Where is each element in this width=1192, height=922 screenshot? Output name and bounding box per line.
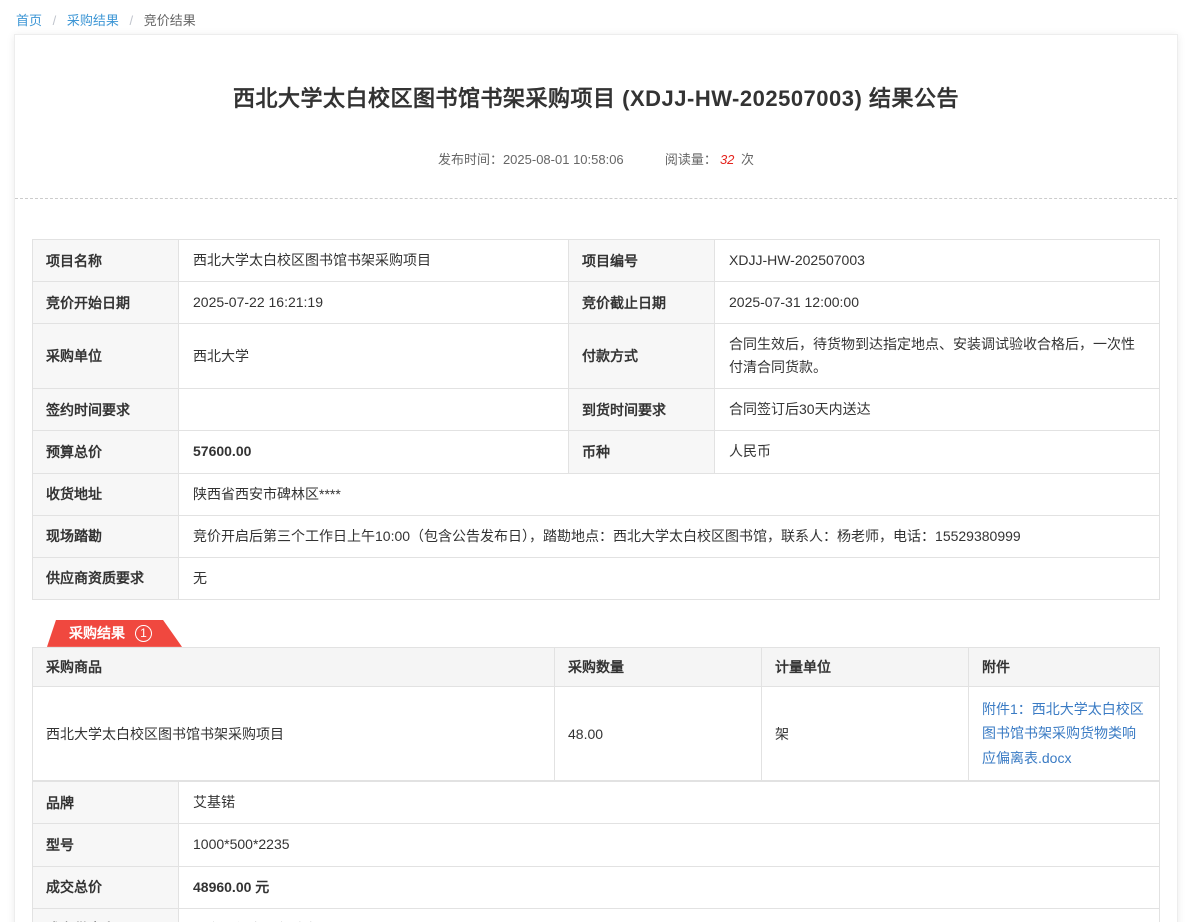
breadcrumb-home-link[interactable]: 首页 <box>16 13 42 28</box>
table-row: 成交供应商 西安弘新家具制造有限公司 <box>33 908 1160 922</box>
field-label-purchasing-unit: 采购单位 <box>33 324 179 389</box>
field-value-winning-supplier: 西安弘新家具制造有限公司 <box>179 908 1160 922</box>
result-unit: 架 <box>762 686 969 781</box>
breadcrumb-current-page: 竞价结果 <box>144 13 196 28</box>
field-value-bid-start-date: 2025-07-22 16:21:19 <box>179 282 569 324</box>
result-product-name: 西北大学太白校区图书馆书架采购项目 <box>33 686 555 781</box>
field-label-delivery-address: 收货地址 <box>33 473 179 515</box>
field-value-signing-time <box>179 389 569 431</box>
table-row: 品牌 艾基锘 <box>33 782 1160 824</box>
field-value-site-survey: 竞价开启后第三个工作日上午10:00（包含公告发布日），踏勘地点：西北大学太白校… <box>179 515 1160 557</box>
publish-time-value: 2025-08-01 10:58:06 <box>503 152 624 167</box>
table-row: 西北大学太白校区图书馆书架采购项目 48.00 架 附件1：西北大学太白校区图书… <box>33 686 1160 781</box>
field-value-model: 1000*500*2235 <box>179 824 1160 866</box>
field-label-supplier-qualification: 供应商资质要求 <box>33 557 179 599</box>
field-value-supplier-qualification: 无 <box>179 557 1160 599</box>
table-row: 型号 1000*500*2235 <box>33 824 1160 866</box>
dashed-divider <box>15 198 1177 199</box>
table-row: 竞价开始日期 2025-07-22 16:21:19 竞价截止日期 2025-0… <box>33 282 1160 324</box>
publish-meta: 发布时间：2025-08-01 10:58:06 阅读量：32 次 <box>15 149 1177 168</box>
table-row: 签约时间要求 到货时间要求 合同签订后30天内送达 <box>33 389 1160 431</box>
field-value-purchasing-unit: 西北大学 <box>179 324 569 389</box>
ribbon-label: 采购结果 <box>69 623 125 643</box>
project-info-table: 项目名称 西北大学太白校区图书馆书架采购项目 项目编号 XDJJ-HW-2025… <box>32 239 1160 600</box>
table-row: 采购单位 西北大学 付款方式 合同生效后，待货物到达指定地点、安装调试验收合格后… <box>33 324 1160 389</box>
breadcrumb-separator: / <box>130 13 134 28</box>
column-header-attachment: 附件 <box>969 647 1160 686</box>
field-value-currency: 人民币 <box>715 431 1160 473</box>
procurement-result-ribbon: 采购结果 1 <box>47 620 182 647</box>
field-label-brand: 品牌 <box>33 782 179 824</box>
field-label-site-survey: 现场踏勘 <box>33 515 179 557</box>
field-label-project-number: 项目编号 <box>569 240 715 282</box>
table-row: 供应商资质要求 无 <box>33 557 1160 599</box>
result-quantity: 48.00 <box>555 686 762 781</box>
field-value-project-name: 西北大学太白校区图书馆书架采购项目 <box>179 240 569 282</box>
table-row: 预算总价 57600.00 币种 人民币 <box>33 431 1160 473</box>
table-header-row: 采购商品 采购数量 计量单位 附件 <box>33 647 1160 686</box>
field-value-budget-total: 57600.00 <box>179 431 569 473</box>
field-label-signing-time: 签约时间要求 <box>33 389 179 431</box>
page-title: 西北大学太白校区图书馆书架采购项目 (XDJJ-HW-202507003) 结果… <box>15 35 1177 113</box>
result-count-badge: 1 <box>135 625 152 642</box>
field-label-delivery-time: 到货时间要求 <box>569 389 715 431</box>
table-row: 现场踏勘 竞价开启后第三个工作日上午10:00（包含公告发布日），踏勘地点：西北… <box>33 515 1160 557</box>
field-label-budget-total: 预算总价 <box>33 431 179 473</box>
table-row: 成交总价 48960.00 元 <box>33 866 1160 908</box>
field-label-deal-total-price: 成交总价 <box>33 866 179 908</box>
deal-detail-table: 品牌 艾基锘 型号 1000*500*2235 成交总价 48960.00 元 … <box>32 781 1160 922</box>
field-value-bid-end-date: 2025-07-31 12:00:00 <box>715 282 1160 324</box>
field-label-payment-method: 付款方式 <box>569 324 715 389</box>
field-label-winning-supplier: 成交供应商 <box>33 908 179 922</box>
publish-time-label: 发布时间： <box>438 152 503 167</box>
field-label-model: 型号 <box>33 824 179 866</box>
breadcrumb: 首页 / 采购结果 / 竞价结果 <box>0 0 1192 28</box>
attachment-download-link[interactable]: 附件1：西北大学太白校区图书馆书架采购货物类响应偏离表.docx <box>982 697 1146 771</box>
breadcrumb-separator: / <box>53 13 57 28</box>
read-count-label: 阅读量： <box>665 152 717 167</box>
breadcrumb-procurement-results-link[interactable]: 采购结果 <box>67 13 119 28</box>
field-label-project-name: 项目名称 <box>33 240 179 282</box>
procurement-result-table: 采购商品 采购数量 计量单位 附件 西北大学太白校区图书馆书架采购项目 48.0… <box>32 647 1160 782</box>
read-count-unit: 次 <box>741 152 754 167</box>
field-value-brand: 艾基锘 <box>179 782 1160 824</box>
field-label-bid-end-date: 竞价截止日期 <box>569 282 715 324</box>
field-label-bid-start-date: 竞价开始日期 <box>33 282 179 324</box>
field-value-delivery-time: 合同签订后30天内送达 <box>715 389 1160 431</box>
field-value-delivery-address: 陕西省西安市碑林区**** <box>179 473 1160 515</box>
read-count-value: 32 <box>717 152 737 167</box>
field-value-project-number: XDJJ-HW-202507003 <box>715 240 1160 282</box>
field-value-deal-total-price: 48960.00 元 <box>179 866 1160 908</box>
field-value-payment-method: 合同生效后，待货物到达指定地点、安装调试验收合格后，一次性付清合同货款。 <box>715 324 1160 389</box>
column-header-product: 采购商品 <box>33 647 555 686</box>
column-header-unit: 计量单位 <box>762 647 969 686</box>
table-row: 收货地址 陕西省西安市碑林区**** <box>33 473 1160 515</box>
announcement-card: 西北大学太白校区图书馆书架采购项目 (XDJJ-HW-202507003) 结果… <box>14 34 1178 922</box>
table-row: 项目名称 西北大学太白校区图书馆书架采购项目 项目编号 XDJJ-HW-2025… <box>33 240 1160 282</box>
field-label-currency: 币种 <box>569 431 715 473</box>
procurement-result-section-header: 采购结果 1 <box>47 620 1145 647</box>
column-header-quantity: 采购数量 <box>555 647 762 686</box>
